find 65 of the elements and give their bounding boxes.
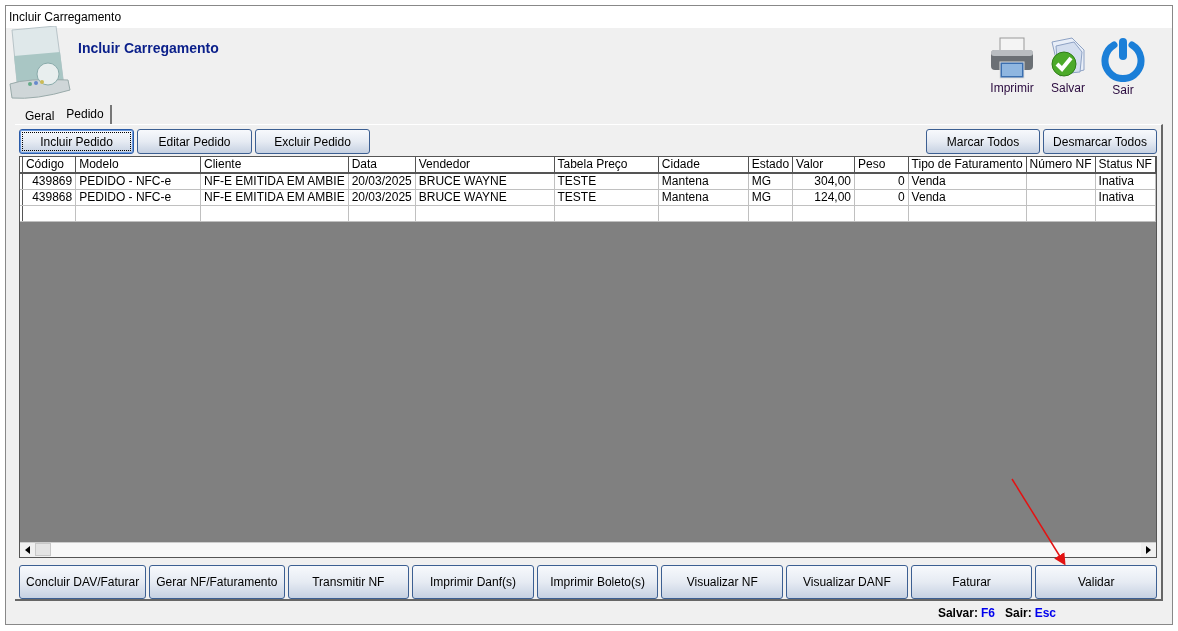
shortcut-label: Salvar: bbox=[937, 606, 978, 620]
table-cell: 0 bbox=[854, 173, 909, 190]
column-header[interactable]: Vendedor bbox=[415, 157, 554, 173]
table-cell: 124,00 bbox=[792, 189, 855, 206]
action-button[interactable]: Visualizar DANF bbox=[786, 565, 908, 599]
column-header[interactable]: Número NF bbox=[1026, 157, 1096, 173]
column-header[interactable]: Valor bbox=[792, 157, 855, 173]
selection-button[interactable]: Marcar Todos bbox=[926, 129, 1040, 154]
shortcut-label: Sair: bbox=[1004, 606, 1032, 620]
table-cell: BRUCE WAYNE bbox=[415, 189, 554, 206]
action-button[interactable]: Gerar NF/Faturamento bbox=[149, 565, 285, 599]
table-cell: Inativa bbox=[1095, 189, 1156, 206]
toolbar-button[interactable]: Imprimir bbox=[988, 36, 1036, 100]
table-cell: 0 bbox=[854, 189, 909, 206]
window-title: Incluir Carregamento bbox=[9, 10, 122, 24]
column-header[interactable]: Tabela Preço bbox=[554, 157, 659, 173]
order-button[interactable]: Incluir Pedido bbox=[19, 129, 134, 154]
action-button[interactable]: Visualizar NF bbox=[661, 565, 784, 599]
tab[interactable]: Geral bbox=[19, 108, 61, 124]
table-cell: Venda bbox=[908, 173, 1027, 190]
table-cell: 20/03/2025 bbox=[348, 189, 416, 206]
column-header[interactable]: Data bbox=[348, 157, 416, 173]
toolbar-button[interactable]: Salvar bbox=[1046, 36, 1090, 100]
table-cell: TESTE bbox=[554, 189, 659, 206]
table-cell: NF-E EMITIDA EM AMBIE bbox=[200, 189, 349, 206]
action-button[interactable]: Imprimir Boleto(s) bbox=[536, 565, 659, 599]
table-cell: 439869 bbox=[22, 173, 76, 190]
table-cell: Venda bbox=[908, 189, 1027, 206]
table-cell: 20/03/2025 bbox=[348, 173, 416, 190]
table-cell: MG bbox=[748, 189, 793, 206]
table-cell: Inativa bbox=[1095, 173, 1156, 190]
column-header[interactable]: Código bbox=[22, 157, 76, 173]
selection-button[interactable]: Desmarcar Todos bbox=[1043, 129, 1157, 154]
table-cell: Mantena bbox=[658, 173, 749, 190]
table-cell: Mantena bbox=[658, 189, 749, 206]
column-header[interactable]: Tipo de Faturamento bbox=[908, 157, 1027, 173]
action-button[interactable]: Transmitir NF bbox=[287, 565, 410, 599]
header-title: Incluir Carregamento bbox=[78, 40, 219, 56]
column-header[interactable]: Cidade bbox=[658, 157, 749, 173]
table-cell: NF-E EMITIDA EM AMBIE bbox=[200, 173, 349, 190]
column-header[interactable]: Status NF bbox=[1095, 157, 1156, 173]
table-cell: MG bbox=[748, 173, 793, 190]
action-button[interactable]: Concluir DAV/Faturar bbox=[19, 565, 147, 599]
order-button[interactable]: Excluir Pedido bbox=[255, 129, 370, 154]
power-icon bbox=[1100, 36, 1146, 82]
column-header[interactable]: Peso bbox=[854, 157, 909, 173]
shortcut-key: F6 bbox=[980, 606, 995, 620]
table-cell: 304,00 bbox=[792, 173, 855, 190]
table-cell: PEDIDO - NFC-e bbox=[75, 173, 201, 190]
action-button[interactable]: Validar bbox=[1035, 565, 1157, 599]
scrollbar-thumb[interactable] bbox=[35, 543, 51, 556]
order-button[interactable]: Editar Pedido bbox=[137, 129, 252, 154]
shortcut-key: Esc bbox=[1034, 606, 1056, 620]
column-header[interactable]: Cliente bbox=[200, 157, 349, 173]
horizontal-scrollbar[interactable] bbox=[20, 542, 1156, 557]
action-button[interactable]: Faturar bbox=[910, 565, 1033, 599]
table-cell: TESTE bbox=[554, 173, 659, 190]
action-button[interactable]: Imprimir Danf(s) bbox=[412, 565, 534, 599]
table-cell: BRUCE WAYNE bbox=[415, 173, 554, 190]
column-header[interactable]: Estado bbox=[748, 157, 793, 173]
column-header[interactable]: Modelo bbox=[75, 157, 201, 173]
table-cell: PEDIDO - NFC-e bbox=[75, 189, 201, 206]
toolbar-button[interactable]: Sair bbox=[1100, 36, 1146, 100]
table-cell: 439868 bbox=[22, 189, 76, 206]
printer-icon bbox=[988, 36, 1036, 80]
